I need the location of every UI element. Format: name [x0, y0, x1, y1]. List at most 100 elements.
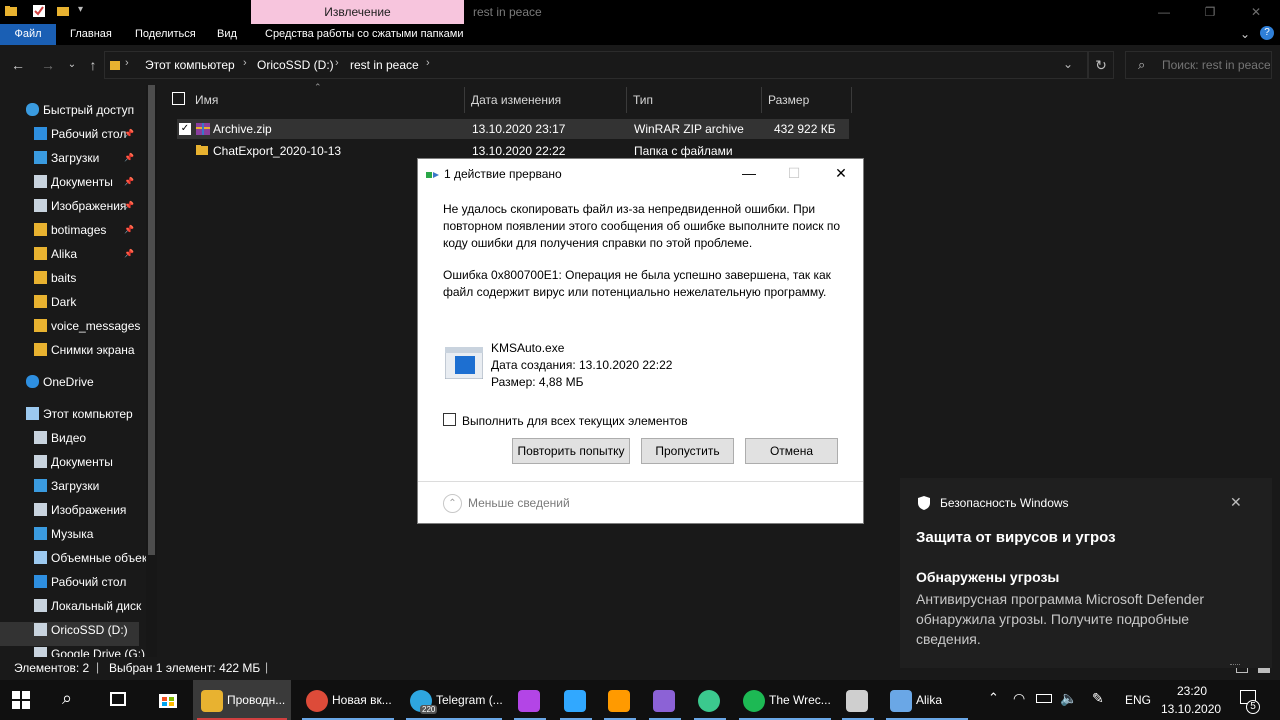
skip-button[interactable]: Пропустить: [641, 438, 734, 464]
toast-close-button[interactable]: ✕: [1230, 494, 1242, 511]
pen-icon[interactable]: ✎: [1092, 690, 1104, 707]
expand-ribbon-icon[interactable]: ⌄: [1240, 27, 1250, 41]
sidebar-item[interactable]: Alika 📌: [0, 242, 146, 266]
close-button[interactable]: ✕: [1233, 0, 1279, 24]
tab-share[interactable]: Поделиться: [125, 24, 206, 45]
sidebar-scrollbar[interactable]: [146, 85, 157, 657]
breadcrumb-folder[interactable]: rest in peace: [350, 58, 419, 72]
taskbar-atom-app[interactable]: [690, 680, 730, 720]
retry-button[interactable]: Повторить попытку: [512, 438, 630, 464]
folder-icon: [34, 295, 47, 308]
sidebar-item[interactable]: Снимки экрана: [0, 338, 146, 362]
less-details-link[interactable]: Меньше сведений: [468, 496, 570, 510]
maximize-button[interactable]: ❐: [1187, 0, 1233, 24]
sidebar-item[interactable]: OneDrive: [0, 370, 146, 394]
sidebar-item[interactable]: baits: [0, 266, 146, 290]
address-dropdown-icon[interactable]: ⌄: [1063, 57, 1073, 71]
sidebar-item[interactable]: Google Drive (G:): [0, 642, 146, 657]
sidebar-item[interactable]: Музыка: [0, 522, 146, 546]
security-toast-notification[interactable]: Безопасность Windows ✕ Защита от вирусов…: [900, 478, 1272, 668]
taskbar-explorer-app[interactable]: Проводн...: [193, 680, 291, 720]
taskbar-telegram-app[interactable]: Telegram (... 220: [402, 680, 506, 720]
breadcrumb-drive[interactable]: OricoSSD (D:): [257, 58, 334, 72]
taskbar-photoshop-app[interactable]: [556, 680, 596, 720]
task-view-icon[interactable]: [110, 692, 126, 706]
help-icon[interactable]: ?: [1260, 26, 1274, 40]
volume-icon[interactable]: 🔈: [1060, 690, 1077, 707]
taskbar-spotify-app[interactable]: The Wrec...: [735, 680, 835, 720]
cloud-icon: [26, 375, 39, 388]
forward-button[interactable]: →: [38, 55, 58, 75]
taskbar-cloud-app[interactable]: [838, 680, 878, 720]
column-header-type[interactable]: Тип: [627, 87, 762, 113]
collapse-details-icon[interactable]: ⌃: [443, 494, 462, 513]
tab-home[interactable]: Главная: [60, 24, 122, 45]
row-checkbox[interactable]: ✓: [179, 123, 191, 135]
sidebar-item[interactable]: Изображения 📌: [0, 194, 146, 218]
tab-compressed-tools[interactable]: Средства работы со сжатыми папками: [255, 24, 473, 45]
sidebar-item[interactable]: Рабочий стол: [0, 570, 146, 594]
dialog-close-button[interactable]: ✕: [826, 163, 856, 183]
tab-file[interactable]: Файл: [0, 24, 56, 45]
3d-objects-icon: [34, 551, 47, 564]
store-icon[interactable]: [158, 689, 178, 712]
apply-all-checkbox[interactable]: [443, 413, 456, 426]
search-box[interactable]: ⌕: [1125, 51, 1272, 79]
battery-icon[interactable]: [1036, 694, 1052, 703]
sidebar-item[interactable]: Загрузки: [0, 474, 146, 498]
ribbon-tabs: Файл Главная Поделиться Вид Средства раб…: [0, 24, 1280, 45]
up-button[interactable]: ↑: [83, 55, 103, 75]
column-header-name[interactable]: Имя: [189, 87, 465, 113]
sidebar-item[interactable]: OricoSSD (D:): [0, 618, 146, 642]
tab-view[interactable]: Вид: [207, 24, 247, 45]
qat-dropdown-icon[interactable]: ▾: [78, 4, 83, 15]
scrollbar-thumb[interactable]: [148, 85, 155, 555]
sidebar-item-label: Локальный диск: [51, 599, 142, 613]
start-button[interactable]: [12, 691, 30, 712]
shield-icon: [918, 496, 930, 513]
column-header-size[interactable]: Размер: [762, 87, 852, 113]
minimize-button[interactable]: —: [1141, 0, 1187, 24]
sidebar-item[interactable]: Локальный диск: [0, 594, 146, 618]
cancel-button[interactable]: Отмена: [745, 438, 838, 464]
select-all-checkbox[interactable]: [172, 92, 185, 105]
table-row[interactable]: ✓ Archive.zip 13.10.2020 23:17 WinRAR ZI…: [177, 119, 849, 139]
sidebar-item[interactable]: Этот компьютер: [0, 402, 146, 426]
sidebar-item[interactable]: Dark: [0, 290, 146, 314]
sidebar-item[interactable]: botimages 📌: [0, 218, 146, 242]
toast-body: Антивирусная программа Microsoft Defende…: [916, 591, 1205, 647]
back-button[interactable]: ←: [8, 55, 28, 75]
sidebar-item[interactable]: Документы: [0, 450, 146, 474]
taskbar-visual-studio-app[interactable]: [645, 680, 685, 720]
apply-all-label[interactable]: Выполнить для всех текущих элементов: [462, 414, 688, 428]
pictures-icon: [34, 199, 47, 212]
recent-locations-button[interactable]: ⌄: [62, 55, 82, 75]
dialog-minimize-button[interactable]: —: [734, 163, 764, 183]
sidebar-item[interactable]: Документы 📌: [0, 170, 146, 194]
taskbar-alika-app[interactable]: Alika: [882, 680, 972, 720]
taskbar-chrome-app[interactable]: Новая вк...: [298, 680, 398, 720]
sidebar-item[interactable]: Быстрый доступ: [0, 98, 146, 122]
sidebar-item[interactable]: Загрузки 📌: [0, 146, 146, 170]
clock-date[interactable]: 13.10.2020: [1161, 702, 1221, 716]
sidebar-item[interactable]: Изображения: [0, 498, 146, 522]
address-bar[interactable]: › Этот компьютер › OricoSSD (D:) › rest …: [104, 51, 1088, 79]
sidebar-item[interactable]: Рабочий стол 📌: [0, 122, 146, 146]
sidebar-item[interactable]: voice_messages: [0, 314, 146, 338]
properties-icon[interactable]: [32, 4, 46, 18]
breadcrumb-this-pc[interactable]: Этот компьютер: [145, 58, 235, 72]
clock-time[interactable]: 23:20: [1177, 684, 1207, 698]
search-icon[interactable]: ⌕: [62, 688, 72, 709]
refresh-button[interactable]: ↻: [1088, 51, 1114, 79]
show-hidden-icons[interactable]: ⌃: [988, 690, 999, 706]
search-input[interactable]: [1162, 56, 1270, 74]
sidebar-item[interactable]: Объемные объекты: [0, 546, 146, 570]
sidebar-item[interactable]: Видео: [0, 426, 146, 450]
taskbar-phpstorm-app[interactable]: [510, 680, 550, 720]
dialog-maximize-button[interactable]: ☐: [779, 163, 809, 183]
new-folder-icon[interactable]: [56, 4, 70, 18]
language-indicator[interactable]: ENG: [1125, 693, 1151, 707]
taskbar-illustrator-app[interactable]: [600, 680, 640, 720]
column-header-date[interactable]: Дата изменения: [465, 87, 627, 113]
network-icon[interactable]: ◠: [1013, 690, 1025, 707]
